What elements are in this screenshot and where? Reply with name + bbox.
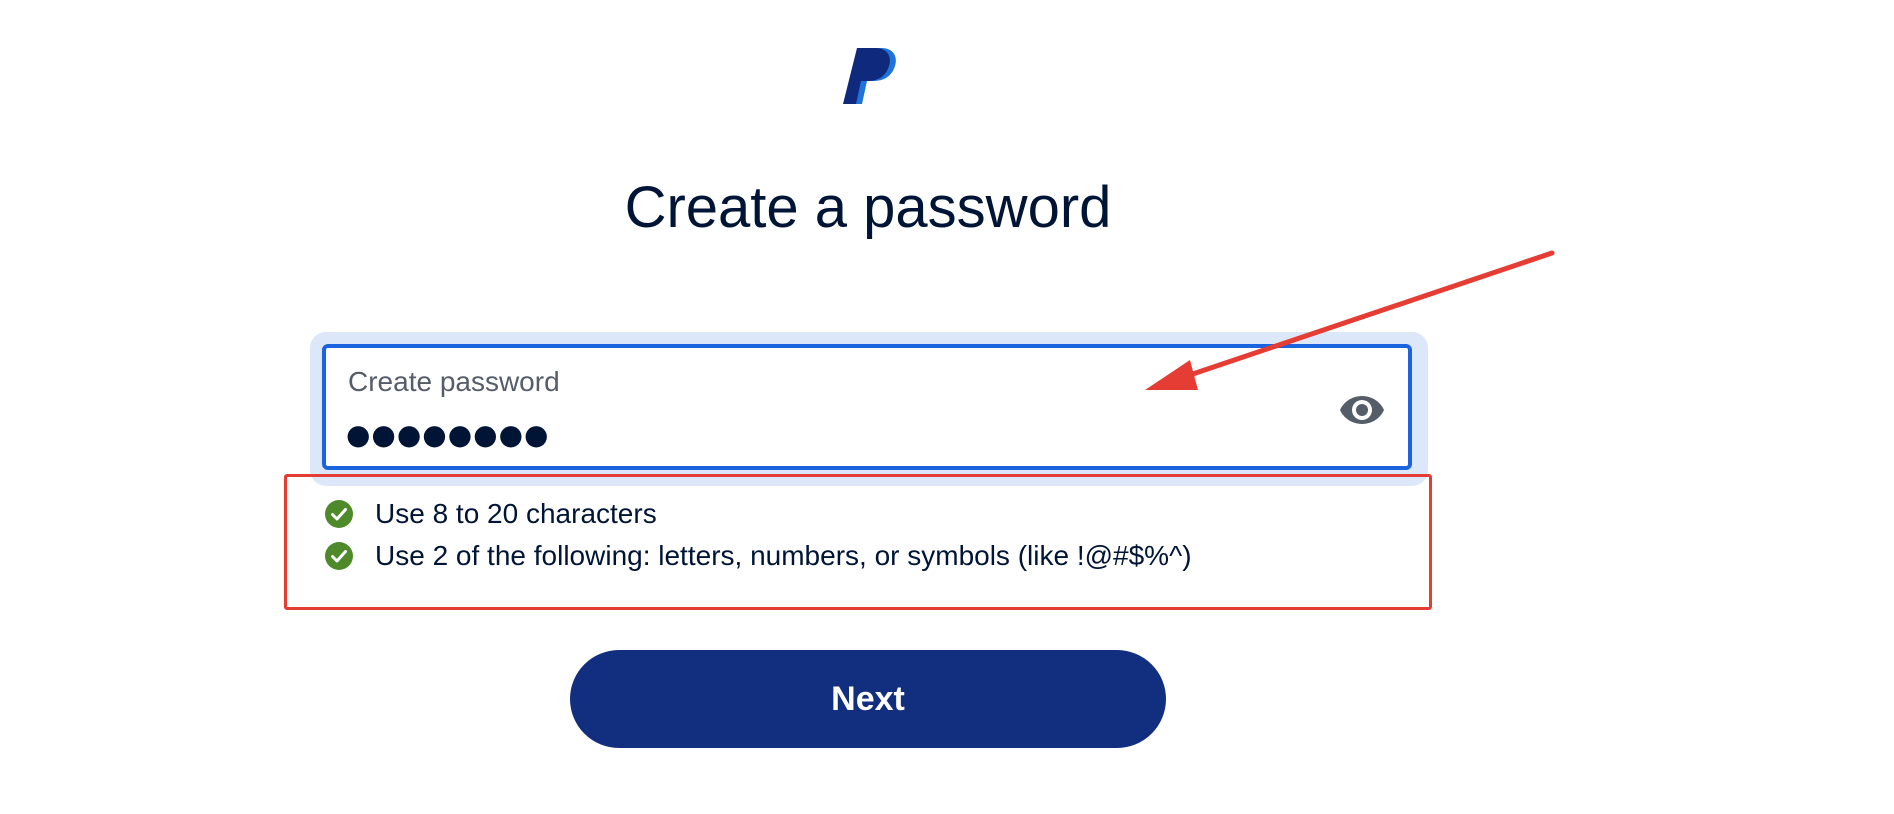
password-field-label: Create password bbox=[348, 366, 560, 397]
requirement-text: Use 8 to 20 characters bbox=[375, 498, 657, 529]
check-circle-icon bbox=[325, 542, 353, 570]
next-button[interactable]: Next bbox=[570, 650, 1166, 748]
requirement-text: Use 2 of the following: letters, numbers… bbox=[375, 540, 1192, 571]
paypal-logo-icon bbox=[843, 48, 896, 104]
requirement-character-types: Use 2 of the following: letters, numbers… bbox=[325, 535, 1192, 577]
password-field[interactable]: Create password bbox=[322, 344, 1412, 470]
eye-icon bbox=[1340, 396, 1384, 424]
password-requirements-highlight: Use 8 to 20 characters Use 2 of the foll… bbox=[284, 474, 1432, 610]
page-title: Create a password bbox=[624, 175, 1112, 240]
password-input[interactable] bbox=[346, 414, 1246, 454]
check-circle-icon bbox=[325, 500, 353, 528]
requirement-length: Use 8 to 20 characters bbox=[325, 493, 1192, 535]
password-requirements-list: Use 8 to 20 characters Use 2 of the foll… bbox=[325, 493, 1192, 577]
signup-page: Create a password Create password Use 8 … bbox=[0, 0, 1894, 814]
show-password-button[interactable] bbox=[1338, 392, 1386, 428]
